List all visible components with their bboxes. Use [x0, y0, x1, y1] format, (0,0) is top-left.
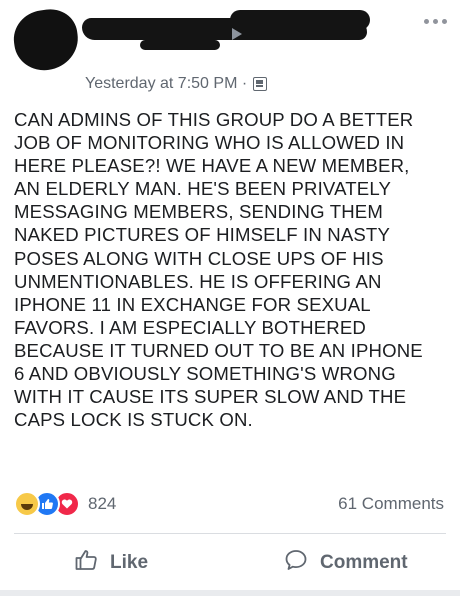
divider: [14, 533, 446, 534]
post-meta: Yesterday at 7:50 PM ·: [85, 73, 268, 95]
post-text-line: AN ELDERLY MAN. HE'S BEEN PRIVATELY: [14, 178, 391, 200]
like-button[interactable]: Like: [74, 548, 148, 578]
post-text-line: UNMENTIONABLES. HE IS OFFERING AN: [14, 270, 382, 292]
post-text-line: WITH IT CAUSE ITS SUPER SLOW AND THE: [14, 386, 407, 408]
redacted-avatar[interactable]: [10, 5, 82, 75]
redacted-subtext: [140, 40, 220, 50]
haha-icon: [14, 491, 40, 517]
post-text-line: JOB OF MONITORING WHO IS ALLOWED IN: [14, 132, 405, 154]
post-text-line: POSES ALONG WITH CLOSE UPS OF HIS: [14, 247, 384, 269]
like-label: Like: [110, 552, 149, 573]
facebook-post: Yesterday at 7:50 PM · CAN ADMINS OF THI…: [0, 0, 460, 596]
post-text-line: HERE PLEASE?! WE HAVE A NEW MEMBER,: [14, 155, 410, 177]
post-bottom-border: [0, 590, 460, 596]
group-audience-icon: [253, 77, 268, 91]
post-text-line: IPHONE 11 IN EXCHANGE FOR SEXUAL: [14, 293, 371, 315]
post-body-text: CAN ADMINS OF THIS GROUP DO A BETTER JOB …: [14, 108, 450, 431]
post-text-line: CAPS LOCK IS STUCK ON.: [14, 409, 253, 431]
reactions-summary[interactable]: 824: [14, 491, 116, 517]
posted-in-arrow-icon: [232, 28, 242, 40]
post-timestamp[interactable]: Yesterday at 7:50 PM ·: [85, 75, 247, 93]
post-text-line: 6 AND OBVIOUSLY SOMETHING'S WRONG: [14, 363, 396, 385]
post-text-line: NAKED PICTURES OF HIMSELF IN NASTY: [14, 224, 390, 246]
comments-count-link[interactable]: 61 Comments: [338, 494, 444, 514]
reaction-count: 824: [88, 494, 117, 513]
post-text-line: MESSAGING MEMBERS, SENDING THEM: [14, 201, 383, 223]
post-text-line: CAN ADMINS OF THIS GROUP DO A BETTER: [14, 109, 414, 130]
post-text-line: BECAUSE IT TURNED OUT TO BE AN IPHONE: [14, 339, 423, 361]
comment-button[interactable]: Comment: [284, 548, 408, 578]
comment-bubble-icon: [284, 548, 308, 578]
comment-label: Comment: [320, 552, 408, 573]
more-options-icon[interactable]: [418, 14, 452, 28]
thumbs-up-icon: [74, 548, 98, 578]
post-text-line: FAVORS. I AM ESPECIALLY BOTHERED: [14, 316, 366, 338]
redacted-group-name[interactable]: [230, 10, 370, 30]
